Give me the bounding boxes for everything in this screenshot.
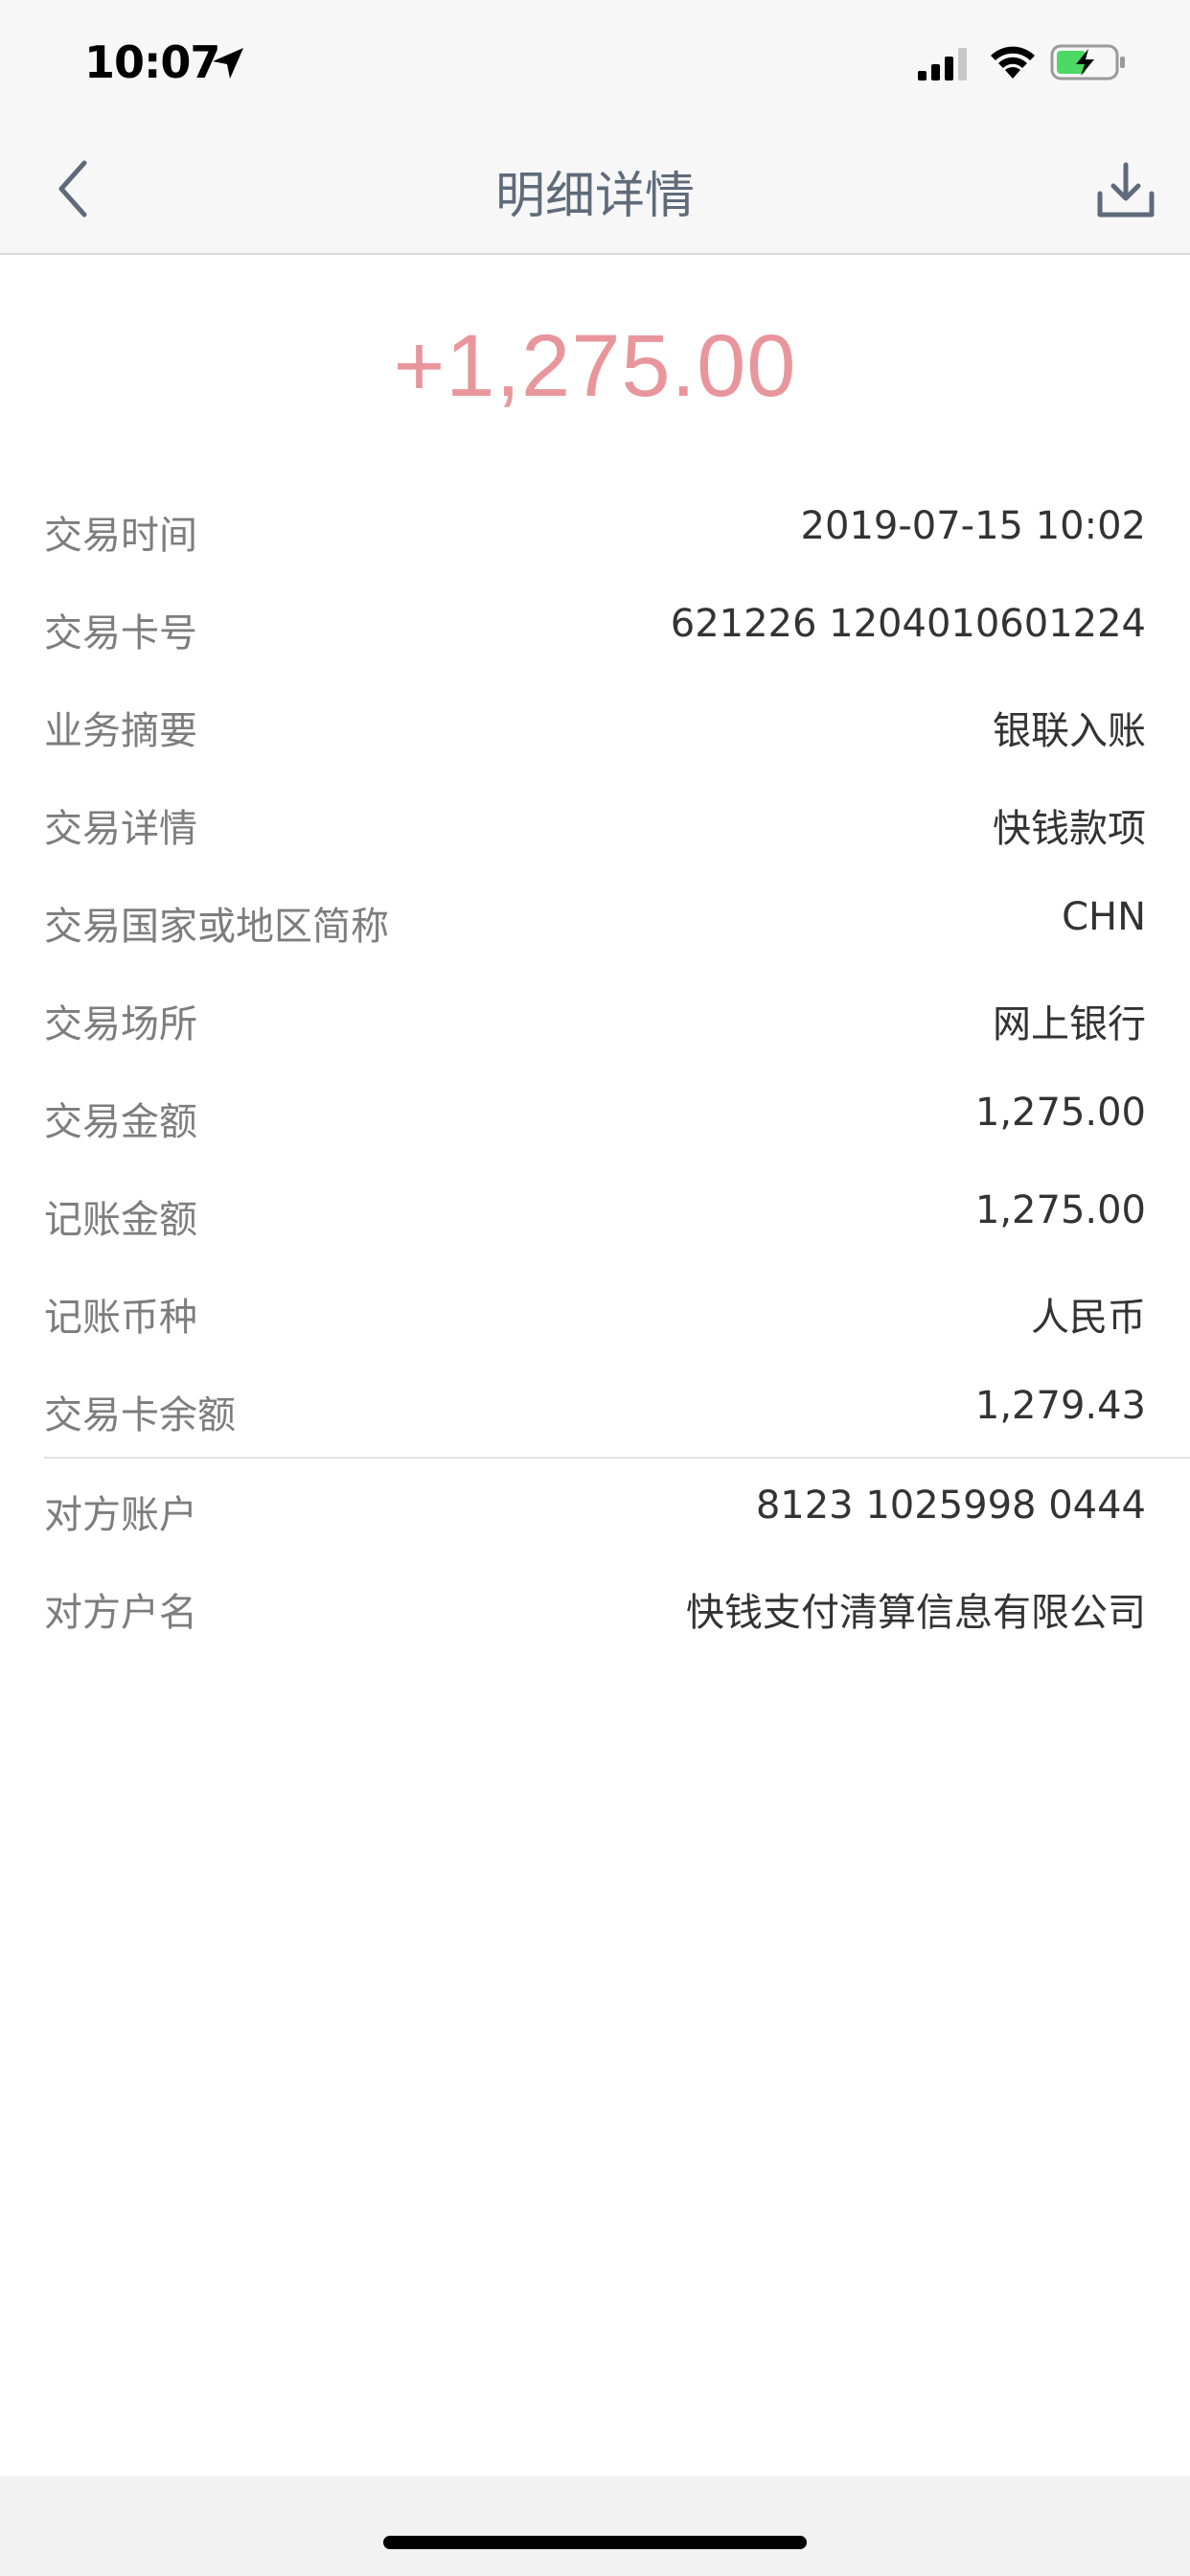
detail-value: 网上银行 [993,1002,1146,1046]
detail-row: 交易卡号 621226 1204010601224 [0,577,1190,675]
detail-value: 8123 1025998 0444 [755,1484,1146,1528]
detail-value: 快钱款项 [993,807,1146,851]
detail-value: 2019-07-15 10:02 [800,504,1146,548]
cellular-signal-icon [918,48,972,84]
detail-row: 交易时间 2019-07-15 10:02 [0,479,1190,577]
wifi-icon [989,42,1037,84]
detail-label: 对方户名 [44,1591,197,1635]
detail-label: 记账币种 [44,1296,197,1340]
detail-row: 交易卡余额 1,279.43 [0,1359,1190,1457]
location-arrow-icon [211,46,245,84]
transaction-amount: +1,275.00 [393,317,797,415]
detail-value: 人民币 [1031,1296,1146,1340]
status-time: 10:07 [84,36,220,88]
detail-row: 交易场所 网上银行 [0,968,1190,1066]
detail-row: 交易国家或地区简称 CHN [0,870,1190,968]
detail-label: 交易场所 [44,1002,197,1046]
detail-row: 对方账户 8123 1025998 0444 [0,1459,1190,1556]
detail-row: 记账币种 人民币 [0,1261,1190,1359]
transaction-details: 交易时间 2019-07-15 10:02 交易卡号 621226 120401… [0,479,1190,1654]
detail-value: CHN [1062,895,1146,939]
home-indicator-bar [0,2476,1190,2576]
detail-row: 交易金额 1,275.00 [0,1066,1190,1163]
navigation-bar: 明细详情 [0,126,1190,255]
detail-row: 记账金额 1,275.00 [0,1163,1190,1261]
detail-value: 1,275.00 [974,1188,1146,1232]
detail-row: 对方户名 快钱支付清算信息有限公司 [0,1556,1190,1654]
detail-value: 快钱支付清算信息有限公司 [686,1591,1146,1635]
detail-row: 交易详情 快钱款项 [0,772,1190,870]
detail-value: 621226 1204010601224 [670,602,1146,646]
detail-label: 交易金额 [44,1100,197,1144]
detail-label: 交易国家或地区简称 [44,905,389,949]
detail-label: 对方账户 [44,1493,197,1537]
detail-label: 交易卡余额 [44,1393,236,1438]
detail-label: 记账金额 [44,1198,197,1242]
status-bar: 10:07 [0,0,1190,126]
detail-label: 业务摘要 [44,709,197,753]
detail-label: 交易卡号 [44,611,197,656]
detail-label: 交易详情 [44,807,197,851]
home-indicator[interactable] [383,2536,807,2549]
download-icon[interactable] [1094,159,1157,226]
page-title: 明细详情 [494,168,695,225]
detail-label: 交易时间 [44,514,197,558]
detail-value: 银联入账 [993,709,1146,753]
battery-charging-icon [1050,44,1127,84]
detail-row: 业务摘要 银联入账 [0,675,1190,772]
detail-value: 1,279.43 [974,1384,1146,1428]
detail-value: 1,275.00 [974,1091,1146,1135]
